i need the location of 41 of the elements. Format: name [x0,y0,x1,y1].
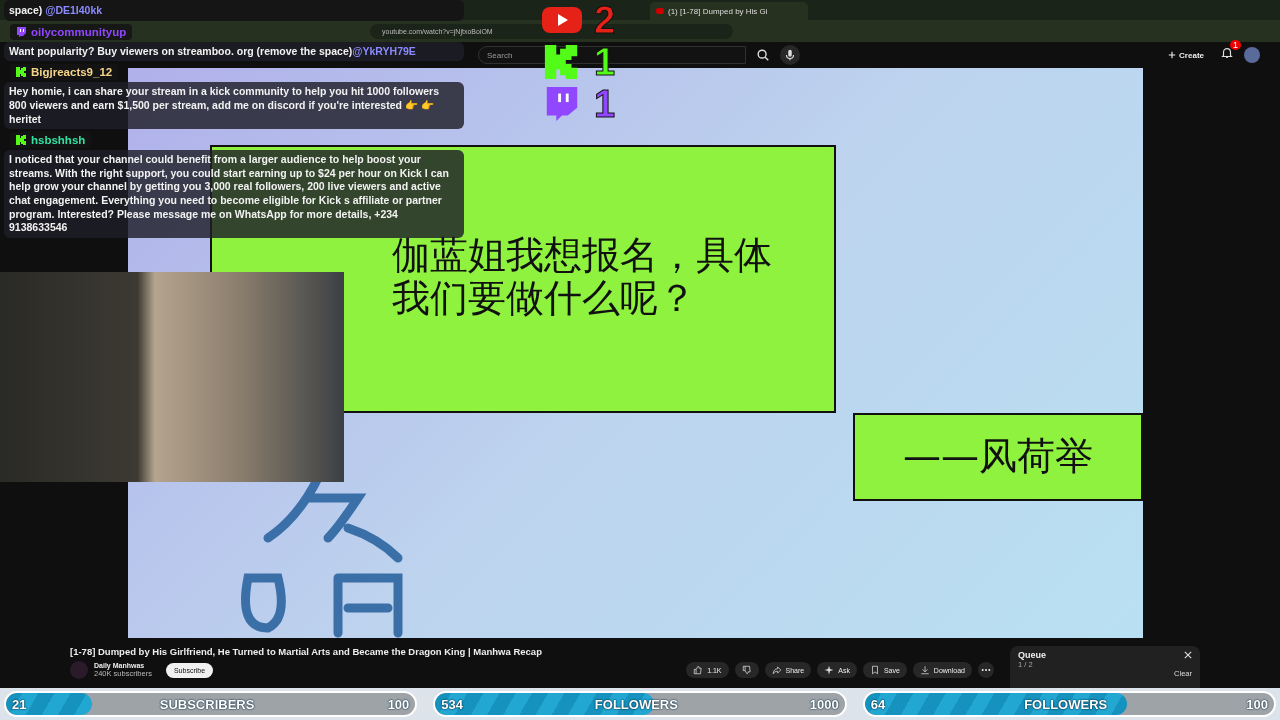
avatar[interactable] [1244,47,1260,63]
video-title: [1-78] Dumped by His Girlfriend, He Turned to Martial Arts and Became the Dragon King | Manhwa Recap [70,646,543,657]
goal-current: 534 [441,696,464,712]
chat-message: I noticed that your channel could benefit from a larger audience to help boost your streams. With the right support, you could start earning up to $24 per hour on Kick I can help grow your channel by getting you 3,000 real followers, 200 live viewers and active chat engagement. Everything you need to become eligible for Kick s affiliate or partner program. Interested? Please message me on WhatsApp for more details, +234 9138633546 [4,150,464,239]
k-logo-icon [16,135,26,146]
youtube-icon [656,8,664,14]
close-icon[interactable] [1184,651,1192,659]
browser-tab[interactable]: (1) [1-78] Dumped by His Gi [650,2,808,20]
quote-text: 我们要做什么呢？ [392,277,697,321]
plus-icon [1168,51,1177,59]
share-icon [771,665,782,675]
thumbs-up-icon [693,665,704,675]
goal-current: 64 [870,696,886,712]
chat-message: space) @DE1I40kk [4,0,464,21]
download-icon [919,665,930,675]
more-icon [981,668,991,672]
goal-target: 1000 [809,696,839,712]
goal-target: 100 [1246,696,1268,712]
chat-username: Bigjreacts9_12 [10,64,119,81]
thumbs-down-icon [741,665,752,675]
goal-target: 100 [387,696,410,712]
goal-label: SUBSCRIBERS [159,696,255,712]
k-logo-icon [16,67,26,78]
dislike-button[interactable] [734,662,759,678]
notification-badge: 1 [1230,40,1241,50]
goal-label: FOLLOWERS [1024,696,1108,712]
goal-current: 21 [12,696,27,712]
bell-icon[interactable] [1220,46,1234,60]
create-button[interactable]: Create [1162,49,1210,61]
queue-title: Queue [1018,650,1046,660]
chat-username: hsbshhsh [10,132,92,149]
speech-logo-icon [16,26,26,37]
search-icon[interactable] [756,48,770,62]
chat-message: Hey homie, i can share your stream in a kick community to help you hit 1000 followers 800 viewers and earn $1,500 per stream, add me on discord if you're interested 👉 👉 heritet [4,82,464,130]
microphone-icon[interactable] [780,45,800,65]
more-button[interactable] [978,662,994,678]
signature-text: ——风荷举 [903,435,1093,479]
save-icon [869,665,880,675]
platform-count: 1 [594,85,616,123]
ask-icon [824,665,835,675]
chat-message: Want popularity? Buy viewers on streamboo. org (remove the space)@YkRYH79E [4,41,464,62]
